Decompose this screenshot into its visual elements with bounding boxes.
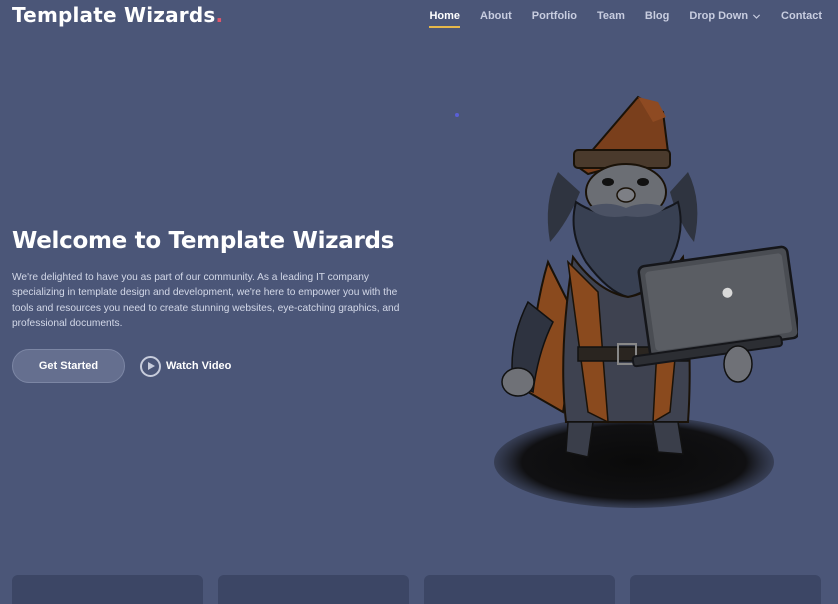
nav-team[interactable]: Team — [597, 10, 625, 22]
watch-video-label: Watch Video — [166, 360, 232, 372]
main-nav: Home About Portfolio Team Blog Drop Down… — [409, 10, 822, 28]
site-header: Template Wizards. Home About Portfolio T… — [0, 0, 838, 36]
chevron-down-icon — [752, 13, 761, 19]
feature-card-3 — [424, 575, 615, 604]
nav-about[interactable]: About — [480, 10, 512, 22]
play-icon — [140, 355, 161, 377]
hero-description: We're delighted to have you as part of o… — [12, 272, 400, 330]
wizard-illustration — [494, 95, 798, 508]
nav-blog[interactable]: Blog — [645, 10, 669, 22]
feature-card-1 — [12, 575, 203, 604]
feature-card-2 — [218, 575, 409, 604]
get-started-button[interactable]: Get Started — [12, 349, 125, 383]
nav-home[interactable]: Home — [429, 10, 460, 28]
feature-card-4 — [630, 575, 821, 604]
watch-video-button[interactable]: Watch Video — [140, 355, 231, 377]
nav-contact[interactable]: Contact — [781, 10, 822, 22]
brand-logo[interactable]: Template Wizards. — [12, 3, 223, 27]
decorative-dot — [455, 113, 459, 117]
hero-title: Welcome to Template Wizards — [12, 228, 395, 254]
nav-dropdown[interactable]: Drop Down — [689, 10, 761, 22]
nav-dropdown-label: Drop Down — [689, 10, 749, 22]
nav-portfolio[interactable]: Portfolio — [532, 10, 577, 22]
